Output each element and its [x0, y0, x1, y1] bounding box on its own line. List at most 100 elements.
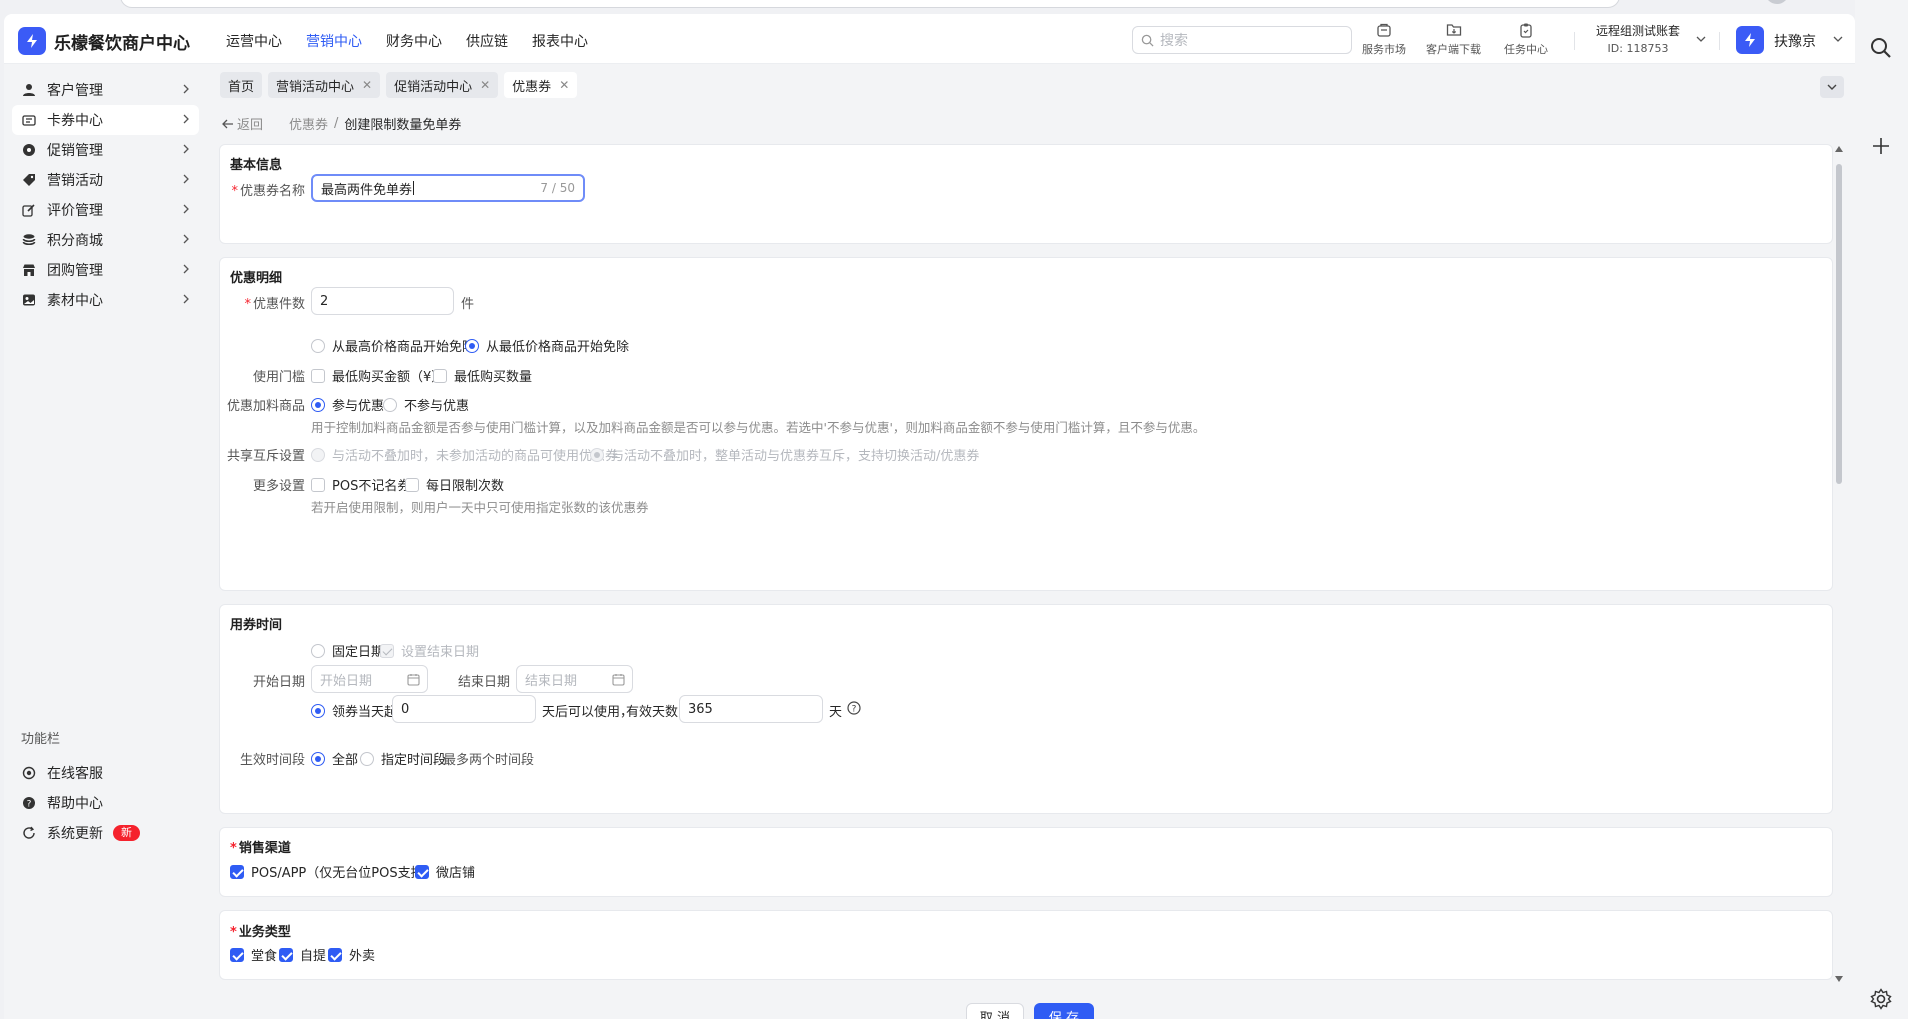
biz-delivery-checkbox[interactable]: 外卖 [328, 945, 375, 964]
tab-label: 首页 [228, 79, 255, 95]
sidebar-item-customers[interactable]: 客户管理 [12, 75, 199, 105]
tool-label: 任务中心 [1504, 43, 1548, 56]
basic-info-card: 基本信息 * 优惠券名称 最高两件免单券 7 / 50 [219, 144, 1833, 244]
nav-supply[interactable]: 供应链 [466, 31, 508, 51]
service-market-button[interactable]: 服务市场 [1362, 22, 1406, 57]
account-id: ID: 118753 [1607, 42, 1669, 55]
search-icon[interactable] [1870, 37, 1892, 59]
scroll-down-icon[interactable] [1835, 976, 1843, 982]
help-center-link[interactable]: ? 帮助中心 [12, 788, 199, 818]
delay-days-input[interactable]: 0 [392, 695, 536, 723]
breadcrumb-parent[interactable]: 优惠券 [289, 114, 328, 133]
tab-promotion-center[interactable]: 促销活动中心 ✕ [386, 72, 499, 98]
addon-join-radio[interactable]: 参与优惠 [311, 395, 384, 414]
sidebar-item-promotions[interactable]: 促销管理 [12, 135, 199, 165]
order-high-radio[interactable]: 从最高价格商品开始免除 [311, 336, 475, 355]
business-type-card: * 业务类型 堂食 自提 外卖 [219, 910, 1833, 980]
sidebar-item-label: 团购管理 [47, 263, 103, 279]
more-settings-label: 更多设置 [252, 479, 305, 494]
sidebar-item-label: 系统更新 [47, 826, 103, 842]
channel-microstore-checkbox[interactable]: 微店铺 [415, 862, 475, 881]
share-option-1-radio[interactable]: 与活动不叠加时，未参加活动的商品可使用优惠券 [311, 445, 618, 464]
sidebar-item-group-buy[interactable]: 团购管理 [12, 255, 199, 285]
set-end-date-checkbox[interactable]: 设置结束日期 [380, 641, 479, 660]
app-window: 乐檬餐饮商户中心 运营中心 营销中心 财务中心 供应链 报表中心 搜索 服务市场… [4, 14, 1855, 1019]
close-icon[interactable]: ✕ [559, 78, 569, 92]
nav-finance[interactable]: 财务中心 [386, 31, 442, 51]
addon-exclude-radio[interactable]: 不参与优惠 [383, 395, 469, 414]
close-icon[interactable]: ✕ [480, 78, 490, 92]
right-rail [1855, 0, 1908, 1019]
online-support-link[interactable]: 在线客服 [12, 758, 199, 788]
chevron-right-icon [183, 264, 189, 274]
user-avatar[interactable] [1736, 26, 1764, 54]
tabs-collapse-button[interactable] [1820, 76, 1844, 98]
chevron-right-icon [183, 234, 189, 244]
client-download-button[interactable]: 客户端下载 [1426, 22, 1481, 57]
min-amount-checkbox[interactable]: 最低购买金额（¥） [311, 366, 444, 385]
tab-home[interactable]: 首页 [220, 72, 263, 98]
account-switcher[interactable]: 远程组测试账套 ID: 118753 [1596, 22, 1680, 55]
top-bar: 乐檬餐饮商户中心 运营中心 营销中心 财务中心 供应链 报表中心 搜索 服务市场… [4, 14, 1855, 64]
qty-value: 2 [320, 293, 329, 309]
svg-text:?: ? [852, 705, 857, 715]
valid-days-input[interactable]: 365 [679, 695, 823, 723]
sidebar-item-materials[interactable]: 素材中心 [12, 285, 199, 315]
close-icon[interactable]: ✕ [362, 78, 372, 92]
min-qty-checkbox[interactable]: 最低购买数量 [433, 366, 532, 385]
system-update-link[interactable]: 系统更新 新 [12, 818, 199, 848]
user-name[interactable]: 扶豫京 [1774, 31, 1816, 51]
sidebar-item-cards[interactable]: 卡券中心 [12, 105, 199, 135]
qty-input[interactable]: 2 [311, 287, 454, 315]
search-input[interactable]: 搜索 [1132, 26, 1352, 54]
valid-days-value: 365 [688, 701, 713, 717]
pos-anonymous-checkbox[interactable]: POS不记名券 [311, 475, 410, 494]
browser-chrome [0, 0, 1908, 14]
nav-ops[interactable]: 运营中心 [226, 31, 282, 51]
period-specific-radio[interactable]: 指定时间段 [360, 749, 446, 768]
nav-marketing[interactable]: 营销中心 [306, 31, 362, 51]
cancel-button[interactable]: 取 消 [966, 1003, 1024, 1019]
sidebar-item-label: 帮助中心 [47, 796, 103, 812]
from-claim-day-radio[interactable]: 领券当天起 [311, 701, 397, 720]
coupon-name-input[interactable]: 最高两件免单券 7 / 50 [311, 174, 585, 202]
start-date-placeholder: 开始日期 [320, 673, 373, 689]
edit-icon [22, 204, 35, 217]
sidebar-item-campaigns[interactable]: 营销活动 [12, 165, 199, 195]
period-all-radio[interactable]: 全部 [311, 749, 358, 768]
page-tabs: 首页 营销活动中心 ✕ 促销活动中心 ✕ 优惠券 ✕ [220, 72, 578, 98]
discount-detail-card: 优惠明细 * 优惠件数 2 件 从最高价格商品开始免除 从最低价格商品开始免除 使… [219, 257, 1833, 591]
end-date-picker[interactable]: 结束日期 [516, 665, 633, 693]
task-center-button[interactable]: 任务中心 [1504, 22, 1548, 57]
chevron-down-icon[interactable] [1696, 36, 1706, 42]
tab-coupon[interactable]: 优惠券 ✕ [504, 72, 578, 98]
share-option-2-radio[interactable]: 与活动不叠加时，整单活动与优惠券互斥，支持切换活动/优惠券 [590, 445, 979, 464]
save-button[interactable]: 保 存 [1034, 1003, 1094, 1019]
help-circle-icon[interactable]: ? [847, 701, 861, 715]
fixed-date-radio[interactable]: 固定日期 [311, 641, 384, 660]
biz-dine-in-checkbox[interactable]: 堂食 [230, 945, 277, 964]
store-icon [1377, 23, 1391, 37]
plus-icon[interactable] [1872, 137, 1890, 155]
section-title: 优惠明细 [230, 271, 283, 286]
sidebar-item-reviews[interactable]: 评价管理 [12, 195, 199, 225]
refresh-icon [23, 826, 35, 839]
daily-limit-checkbox[interactable]: 每日限制次数 [405, 475, 504, 494]
chevron-down-icon[interactable] [1833, 36, 1843, 42]
nav-reports[interactable]: 报表中心 [532, 31, 588, 51]
channel-pos-checkbox[interactable]: POS/APP（仅无台位POS支持） [230, 862, 437, 881]
scrollbar-thumb[interactable] [1836, 164, 1842, 484]
address-bar[interactable] [120, 0, 1620, 8]
chevron-right-icon [183, 84, 189, 94]
back-link[interactable]: 返回 [237, 114, 263, 133]
arrow-left-icon[interactable] [222, 119, 234, 129]
sidebar-item-points-mall[interactable]: 积分商城 [12, 225, 199, 255]
order-low-radio[interactable]: 从最低价格商品开始免除 [465, 336, 629, 355]
tab-marketing-center[interactable]: 营销活动中心 ✕ [268, 72, 381, 98]
sidebar-item-label: 评价管理 [47, 203, 103, 219]
chevron-right-icon [183, 204, 189, 214]
gear-icon[interactable] [1870, 988, 1892, 1010]
scroll-up-icon[interactable] [1835, 146, 1843, 152]
sidebar-item-label: 促销管理 [47, 143, 103, 159]
biz-pickup-checkbox[interactable]: 自提 [279, 945, 326, 964]
